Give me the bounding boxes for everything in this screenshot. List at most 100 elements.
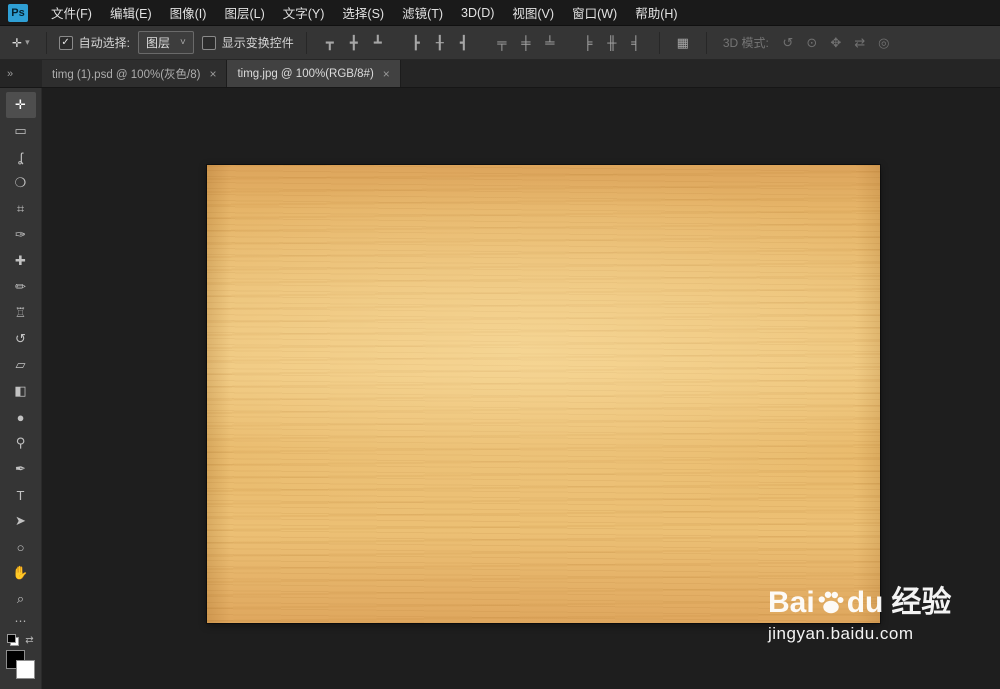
- 3d-scale-icon[interactable]: ◎: [873, 32, 895, 54]
- menu-item[interactable]: 滤镜(T): [393, 0, 452, 25]
- path-selection-tool[interactable]: ➤: [6, 508, 36, 534]
- paw-icon: [818, 591, 844, 614]
- tool-buttons: ✛ ▭ ʆ ❍ ⌗ ✑ ✚ ✏ ♖ ↺ ▱ ◧ ● ⚲ ✒ T ➤ ○ ✋ ⌕: [0, 92, 41, 612]
- document-tab[interactable]: timg (1).psd @ 100%(灰色/8) ×: [42, 60, 228, 87]
- spot-healing-brush-tool[interactable]: ✚: [6, 248, 36, 274]
- divider: [305, 31, 307, 54]
- watermark-brand-post: du: [846, 586, 884, 619]
- watermark-brand: Bai du 经验: [768, 586, 951, 620]
- quick-selection-tool[interactable]: ❍: [6, 170, 36, 196]
- distribute-top-edges-icon[interactable]: ╤: [491, 32, 513, 54]
- divider: [45, 31, 47, 54]
- zoom-tool[interactable]: ⌕: [6, 586, 36, 612]
- canvas-area[interactable]: Bai du 经验 jingyan.baidu.com: [42, 88, 1000, 689]
- watermark-url: jingyan.baidu.com: [768, 624, 914, 643]
- photoshop-logo-text: Ps: [11, 6, 25, 19]
- gradient-tool[interactable]: ◧: [6, 378, 36, 404]
- 3d-drag-icon[interactable]: ✥: [825, 32, 847, 54]
- default-colors-icon[interactable]: [7, 634, 20, 646]
- edit-toolbar-button[interactable]: ⋯: [6, 614, 36, 628]
- clone-stamp-tool[interactable]: ♖: [6, 300, 36, 326]
- tool-options-bar: ✛ ▾ ✓ 自动选择: 图层 ˅ 显示变换控件 ┳ ╋ ┻ ┣ ╂ ┫ ╤ ╪ ╧ ╞ ╫ ╡ ▦ 3…: [0, 26, 1000, 60]
- auto-select-target-value: 图层: [145, 36, 170, 50]
- photoshop-logo-icon: Ps: [8, 3, 28, 22]
- menu-item[interactable]: 视图(V): [503, 0, 563, 25]
- menu-bar: Ps 文件(F) 编辑(E) 图像(I) 图层(L) 文字(Y) 选择(S) 滤镜(T) 3D…: [0, 0, 1000, 26]
- align-horizontal-centers-icon[interactable]: ╂: [429, 32, 451, 54]
- align-distribute-buttons: ┳ ╋ ┻ ┣ ╂ ┫ ╤ ╪ ╧ ╞ ╫ ╡: [319, 32, 647, 54]
- swap-colors-icon[interactable]: ⇄: [25, 635, 33, 646]
- 3d-mode-buttons: ↺ ⊙ ✥ ⇄ ◎: [777, 32, 895, 54]
- menu-item[interactable]: 图层(L): [215, 0, 273, 25]
- align-left-edges-icon[interactable]: ┣: [405, 32, 427, 54]
- menu-item[interactable]: 图像(I): [161, 0, 216, 25]
- dodge-tool[interactable]: ⚲: [6, 430, 36, 456]
- type-tool[interactable]: T: [6, 482, 36, 508]
- eyedropper-tool[interactable]: ✑: [6, 222, 36, 248]
- 3d-slide-icon[interactable]: ⇄: [849, 32, 871, 54]
- auto-select-option[interactable]: ✓ 自动选择:: [58, 34, 130, 51]
- color-controls: ⇄: [0, 634, 41, 646]
- divider: [658, 31, 660, 54]
- align-right-edges-icon[interactable]: ┫: [453, 32, 475, 54]
- distribute-bottom-edges-icon[interactable]: ╧: [539, 32, 561, 54]
- rectangular-marquee-tool[interactable]: ▭: [6, 118, 36, 144]
- lasso-tool[interactable]: ʆ: [6, 144, 36, 170]
- menu-item[interactable]: 文字(Y): [274, 0, 334, 25]
- auto-select-checkbox[interactable]: ✓: [58, 35, 73, 50]
- hand-tool[interactable]: ✋: [6, 560, 36, 586]
- tab-title: timg.jpg @ 100%(RGB/8#): [237, 67, 374, 80]
- mini-black-swatch: [7, 634, 17, 643]
- show-transform-option[interactable]: 显示变换控件: [201, 34, 294, 51]
- watermark-brand-pre: Bai: [768, 586, 815, 619]
- auto-select-label: 自动选择:: [78, 36, 130, 50]
- toolbar-collapse-button[interactable]: »: [0, 60, 42, 87]
- divider: [705, 31, 707, 54]
- menu-items: 文件(F) 编辑(E) 图像(I) 图层(L) 文字(Y) 选择(S) 滤镜(T) 3D(D)…: [42, 0, 687, 25]
- close-icon[interactable]: ×: [383, 67, 390, 81]
- brush-tool[interactable]: ✏: [6, 274, 36, 300]
- move-tool-icon: ✛: [12, 35, 23, 50]
- align-vertical-centers-icon[interactable]: ╋: [343, 32, 365, 54]
- auto-align-layers-button[interactable]: ▦: [672, 32, 694, 54]
- 3d-roll-icon[interactable]: ⊙: [801, 32, 823, 54]
- history-brush-tool[interactable]: ↺: [6, 326, 36, 352]
- menu-item[interactable]: 窗口(W): [563, 0, 626, 25]
- distribute-horizontal-centers-icon[interactable]: ╫: [601, 32, 623, 54]
- tab-title: timg (1).psd @ 100%(灰色/8): [52, 68, 201, 81]
- menu-item[interactable]: 3D(D): [452, 0, 503, 25]
- distribute-vertical-centers-icon[interactable]: ╪: [515, 32, 537, 54]
- document-tabs: timg (1).psd @ 100%(灰色/8) × timg.jpg @ 100…: [42, 60, 401, 87]
- background-color-swatch[interactable]: [15, 660, 35, 679]
- watermark-brand-cn: 经验: [891, 586, 952, 619]
- color-swatches: [5, 650, 36, 680]
- show-transform-label: 显示变换控件: [221, 36, 294, 50]
- eraser-tool[interactable]: ▱: [6, 352, 36, 378]
- show-transform-checkbox[interactable]: [201, 35, 216, 50]
- menu-item[interactable]: 编辑(E): [101, 0, 161, 25]
- tool-preset-picker[interactable]: ✛ ▾: [8, 34, 34, 52]
- 3d-mode-label: 3D 模式:: [722, 36, 769, 50]
- menu-item[interactable]: 选择(S): [333, 0, 393, 25]
- auto-select-target-dropdown[interactable]: 图层 ˅: [137, 31, 194, 54]
- blur-tool[interactable]: ●: [6, 404, 36, 430]
- chevron-down-icon: ˅: [179, 37, 186, 48]
- menu-item[interactable]: 帮助(H): [626, 0, 686, 25]
- distribute-left-edges-icon[interactable]: ╞: [577, 32, 599, 54]
- move-tool[interactable]: ✛: [5, 92, 36, 118]
- document-tab[interactable]: timg.jpg @ 100%(RGB/8#) ×: [227, 60, 401, 87]
- menu-item[interactable]: 文件(F): [42, 0, 101, 25]
- 3d-rotate-icon[interactable]: ↺: [777, 32, 799, 54]
- document-tab-bar: » timg (1).psd @ 100%(灰色/8) × timg.jpg @ 1…: [0, 60, 1000, 88]
- crop-tool[interactable]: ⌗: [6, 196, 36, 222]
- close-icon[interactable]: ×: [209, 67, 216, 81]
- ellipse-tool[interactable]: ○: [6, 534, 36, 560]
- document-image[interactable]: [207, 165, 880, 623]
- align-top-edges-icon[interactable]: ┳: [319, 32, 341, 54]
- distribute-right-edges-icon[interactable]: ╡: [625, 32, 647, 54]
- pen-tool[interactable]: ✒: [6, 456, 36, 482]
- align-bottom-edges-icon[interactable]: ┻: [367, 32, 389, 54]
- baidu-jingyan-watermark: Bai du 经验 jingyan.baidu.com: [768, 586, 951, 644]
- tools-panel: ✛ ▭ ʆ ❍ ⌗ ✑ ✚ ✏ ♖ ↺ ▱ ◧ ● ⚲ ✒ T ➤ ○ ✋ ⌕ ⋯ ⇄: [0, 88, 42, 689]
- chevron-down-icon: ▾: [25, 37, 30, 47]
